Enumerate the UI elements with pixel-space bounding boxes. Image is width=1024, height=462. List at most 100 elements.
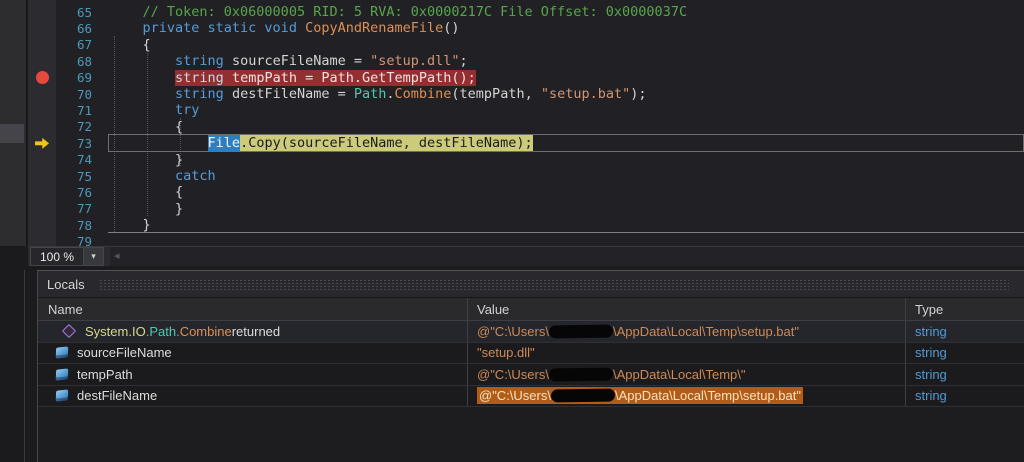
scrollbar-thumb[interactable] bbox=[0, 124, 24, 143]
redaction-blob bbox=[549, 324, 613, 338]
code-line[interactable]: 65 // Token: 0x06000005 RID: 5 RVA: 0x00… bbox=[28, 4, 1024, 20]
locals-value-cell[interactable]: @"C:\Users\\AppData\Local\Temp\setup.bat… bbox=[468, 321, 906, 342]
locals-type-cell[interactable]: string bbox=[906, 343, 1024, 364]
locals-type-text: string bbox=[915, 388, 947, 403]
locals-value-cell[interactable]: @"C:\Users\\AppData\Local\Temp\setup.bat… bbox=[468, 386, 906, 407]
code-text[interactable]: string tempPath = Path.GetTempPath(); bbox=[92, 70, 476, 86]
code-line[interactable]: 66 private static void CopyAndRenameFile… bbox=[28, 20, 1024, 36]
breakpoint-marker[interactable] bbox=[28, 70, 56, 86]
code-editor[interactable]: 65 // Token: 0x06000005 RID: 5 RVA: 0x00… bbox=[28, 0, 1024, 247]
code-token: tempPath = Path.GetTempPath(); bbox=[232, 70, 476, 86]
code-token: { bbox=[175, 119, 183, 135]
code-line[interactable]: 74 } bbox=[28, 152, 1024, 168]
code-token: returned bbox=[232, 324, 280, 339]
code-token: "setup.bat" bbox=[541, 86, 630, 102]
locals-row[interactable]: System.IO.Path.Combine returned @"C:\User… bbox=[38, 321, 1024, 343]
code-text[interactable]: { bbox=[92, 37, 151, 53]
locals-value-text: @"C:\Users\\AppData\Local\Temp\setup.bat… bbox=[477, 324, 799, 339]
code-token: { bbox=[143, 37, 151, 53]
gutter-cell[interactable] bbox=[28, 184, 56, 200]
code-text[interactable]: } bbox=[92, 201, 183, 217]
gutter-cell[interactable] bbox=[28, 152, 56, 168]
code-token: CopyAndRenameFile bbox=[305, 20, 443, 36]
locals-name-cell[interactable]: tempPath bbox=[38, 364, 468, 385]
locals-type-text: string bbox=[915, 324, 947, 339]
gutter-cell[interactable] bbox=[28, 37, 56, 53]
gutter-cell[interactable] bbox=[28, 217, 56, 233]
gutter-cell[interactable] bbox=[28, 201, 56, 217]
locals-type-text: string bbox=[915, 345, 947, 360]
code-token: () bbox=[443, 20, 459, 36]
code-text[interactable]: // Token: 0x06000005 RID: 5 RVA: 0x00002… bbox=[92, 4, 687, 20]
locals-name-cell[interactable]: System.IO.Path.Combine returned bbox=[38, 321, 468, 342]
locals-type-cell[interactable]: string bbox=[906, 364, 1024, 385]
code-line[interactable]: 77 } bbox=[28, 201, 1024, 217]
column-header-type[interactable]: Type bbox=[906, 298, 1024, 320]
code-text[interactable]: } bbox=[92, 217, 151, 233]
gutter-cell[interactable] bbox=[28, 119, 56, 135]
zoom-control[interactable]: 100 % ▾ bbox=[30, 247, 104, 266]
breakpoint-line-highlight: string tempPath = Path.GetTempPath(); bbox=[175, 70, 476, 86]
locals-name-cell[interactable]: destFileName bbox=[38, 386, 468, 407]
gutter-cell[interactable] bbox=[28, 4, 56, 20]
code-token: .Copy(sourceFileName, destFileName); bbox=[240, 135, 533, 151]
gutter-cell[interactable] bbox=[28, 20, 56, 36]
code-token: sourceFileName bbox=[77, 345, 172, 360]
code-token: Path bbox=[354, 86, 387, 102]
panel-splitter[interactable] bbox=[24, 270, 25, 462]
code-text[interactable]: { bbox=[92, 184, 183, 200]
locals-row[interactable]: tempPath@"C:\Users\\AppData\Local\Temp\"… bbox=[38, 364, 1024, 386]
locals-row[interactable]: sourceFileName "setup.dll" string bbox=[38, 343, 1024, 365]
line-number: 72 bbox=[56, 119, 92, 134]
locals-type-cell[interactable]: string bbox=[906, 386, 1024, 407]
locals-name-cell[interactable]: sourceFileName bbox=[38, 343, 468, 364]
gutter-cell[interactable] bbox=[28, 168, 56, 184]
locals-title-bar[interactable]: Locals bbox=[38, 271, 1024, 297]
breakpoint-dot-icon[interactable] bbox=[36, 71, 49, 84]
code-line[interactable]: 73 File.Copy(sourceFileName, destFileNam… bbox=[28, 135, 1024, 151]
locals-value-cell[interactable]: @"C:\Users\\AppData\Local\Temp\" bbox=[468, 364, 906, 385]
code-line[interactable]: 71 try bbox=[28, 102, 1024, 118]
gutter-cell[interactable] bbox=[28, 102, 56, 118]
code-line[interactable]: 67 { bbox=[28, 37, 1024, 53]
method-icon bbox=[62, 324, 76, 338]
code-text[interactable]: catch bbox=[92, 168, 216, 184]
code-text[interactable]: private static void CopyAndRenameFile() bbox=[92, 20, 460, 36]
locals-value-cell[interactable]: "setup.dll" bbox=[468, 343, 906, 364]
code-text[interactable]: } bbox=[92, 152, 183, 168]
code-line[interactable]: 70 string destFileName = Path.Combine(te… bbox=[28, 86, 1024, 102]
code-token: private static void bbox=[143, 20, 306, 36]
code-line[interactable]: 76 { bbox=[28, 184, 1024, 200]
code-line[interactable]: 78 } bbox=[28, 217, 1024, 233]
locals-type-cell[interactable]: string bbox=[906, 321, 1024, 342]
code-text[interactable]: string destFileName = Path.Combine(tempP… bbox=[92, 86, 647, 102]
code-token: File bbox=[208, 135, 241, 151]
code-token: sourceFileName = bbox=[232, 53, 370, 69]
horizontal-scrollbar[interactable]: ◂ bbox=[110, 247, 1024, 266]
code-line[interactable]: 75 catch bbox=[28, 168, 1024, 184]
redaction-blob bbox=[549, 367, 613, 381]
local-variable-icon bbox=[56, 390, 68, 402]
line-number: 66 bbox=[56, 21, 92, 36]
code-token: { bbox=[175, 184, 183, 200]
scroll-left-arrow-icon[interactable]: ◂ bbox=[114, 250, 120, 263]
code-text[interactable]: string sourceFileName = "setup.dll"; bbox=[92, 53, 468, 69]
local-variable-icon bbox=[56, 368, 68, 380]
code-text[interactable]: { bbox=[92, 119, 183, 135]
code-token: "setup.dll" bbox=[370, 53, 459, 69]
gutter-cell[interactable] bbox=[28, 86, 56, 102]
locals-row[interactable]: destFileName@"C:\Users\\AppData\Local\Te… bbox=[38, 386, 1024, 408]
code-text[interactable]: File.Copy(sourceFileName, destFileName); bbox=[92, 135, 533, 151]
editor-bottom-bar: 100 % ▾ ◂ bbox=[28, 247, 1024, 266]
code-line[interactable]: 72 { bbox=[28, 119, 1024, 135]
code-line[interactable]: 68 string sourceFileName = "setup.dll"; bbox=[28, 53, 1024, 69]
line-number: 75 bbox=[56, 169, 92, 184]
line-number: 70 bbox=[56, 87, 92, 102]
column-header-value[interactable]: Value bbox=[468, 298, 906, 320]
code-text[interactable]: try bbox=[92, 102, 199, 118]
gutter-cell[interactable] bbox=[28, 53, 56, 69]
code-line[interactable]: 69 string tempPath = Path.GetTempPath(); bbox=[28, 70, 1024, 86]
zoom-dropdown-button[interactable]: ▾ bbox=[83, 248, 103, 265]
column-header-name[interactable]: Name bbox=[38, 298, 468, 320]
current-statement-marker[interactable] bbox=[28, 135, 56, 151]
